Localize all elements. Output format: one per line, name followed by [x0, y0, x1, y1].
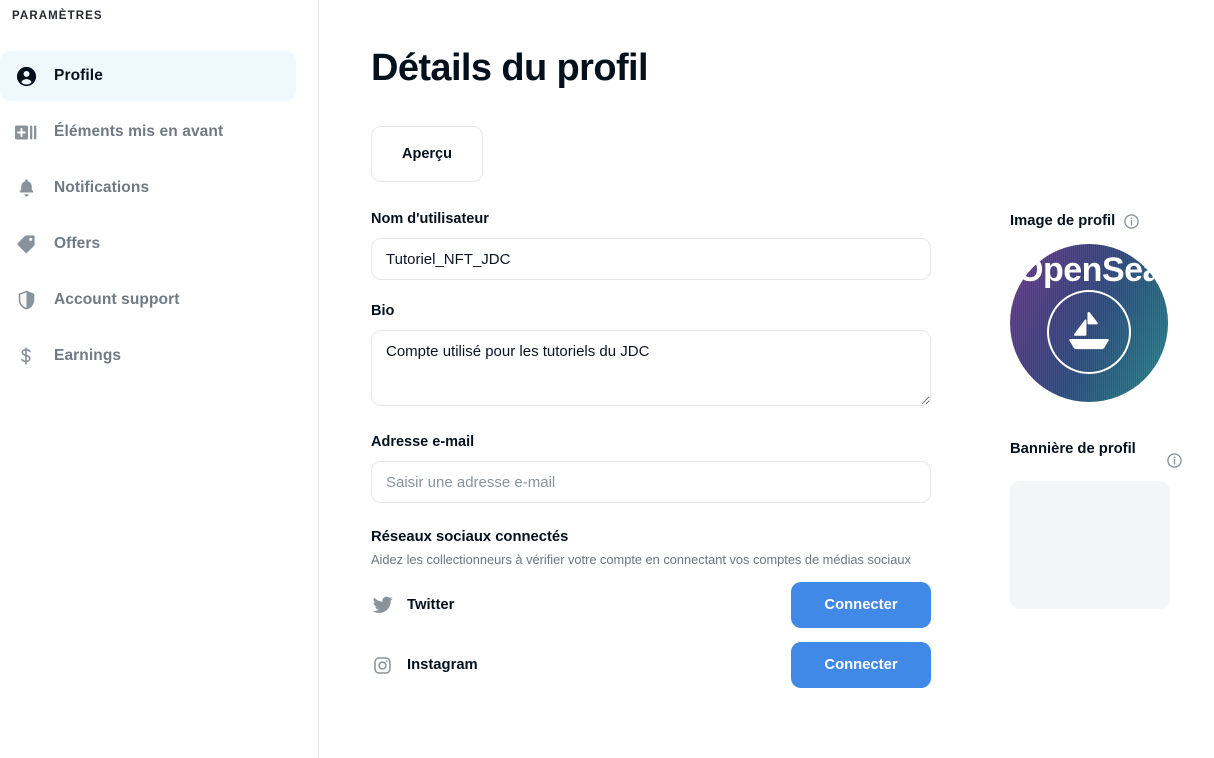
- sidebar-item-label: Éléments mis en avant: [54, 123, 224, 140]
- connect-twitter-button[interactable]: Connecter: [791, 582, 931, 628]
- sidebar-item-profile[interactable]: Profile: [0, 51, 296, 101]
- preview-button[interactable]: Aperçu: [371, 126, 483, 182]
- social-description: Aidez les collectionneurs à vérifier vot…: [371, 552, 911, 567]
- social-row-identity: Twitter: [371, 594, 791, 616]
- instagram-icon: [371, 654, 393, 676]
- sidebar-item-label: Offers: [54, 235, 101, 252]
- profile-banner-placeholder[interactable]: [1010, 481, 1170, 609]
- sidebar-item-label: Account support: [54, 291, 180, 308]
- bell-icon: [14, 176, 38, 200]
- social-row-twitter: Twitter Connecter: [371, 581, 931, 629]
- connected-social-section: Réseaux sociaux connectés Aidez les coll…: [371, 529, 931, 689]
- social-row-identity: Instagram: [371, 654, 791, 676]
- username-label: Nom d'utilisateur: [371, 211, 489, 227]
- twitter-icon: [371, 594, 393, 616]
- tag-icon: [14, 232, 38, 256]
- sidebar-item-label: Earnings: [54, 347, 122, 364]
- media-column: Image de profil OpenSea Bannière de prof…: [1010, 210, 1210, 609]
- profile-settings-page: PARAMÈTRES Profile Éléments mis en avant…: [0, 0, 1214, 758]
- profile-image-label: Image de profil: [1010, 213, 1116, 229]
- email-label: Adresse e-mail: [371, 434, 475, 450]
- page-title: Détails du profil: [371, 47, 649, 89]
- sidebar-item-notifications[interactable]: Notifications: [0, 163, 296, 213]
- social-row-instagram: Instagram Connecter: [371, 641, 931, 689]
- sidebar-item-featured-items[interactable]: Éléments mis en avant: [0, 107, 296, 157]
- email-field-group: Adresse e-mail: [371, 433, 931, 503]
- social-name: Twitter: [407, 597, 455, 613]
- bio-textarea[interactable]: [371, 330, 931, 406]
- shield-icon: [14, 288, 38, 312]
- sidebar-nav: Profile Éléments mis en avant Notificati…: [0, 51, 318, 381]
- sidebar-item-earnings[interactable]: Earnings: [0, 331, 296, 381]
- dollar-icon: [14, 344, 38, 368]
- avatar-ring: [1047, 290, 1131, 375]
- email-input[interactable]: [371, 461, 931, 503]
- profile-form: Nom d'utilisateur Bio Adresse e-mail Rés…: [371, 210, 931, 689]
- connect-instagram-button[interactable]: Connecter: [791, 642, 931, 688]
- user-circle-icon: [14, 64, 38, 88]
- settings-sidebar: PARAMÈTRES Profile Éléments mis en avant…: [0, 0, 319, 758]
- featured-items-icon: [14, 120, 38, 144]
- profile-banner-label: Bannière de profil: [1010, 441, 1136, 457]
- info-icon[interactable]: [1166, 452, 1183, 469]
- sidebar-item-label: Profile: [54, 67, 103, 84]
- sidebar-item-offers[interactable]: Offers: [0, 219, 296, 269]
- social-heading: Réseaux sociaux connectés: [371, 529, 569, 545]
- profile-banner-header: Bannière de profil: [1010, 438, 1210, 469]
- main-content: Détails du profil Aperçu Nom d'utilisate…: [319, 0, 1214, 758]
- info-icon[interactable]: [1123, 213, 1140, 230]
- sidebar-item-label: Notifications: [54, 179, 150, 196]
- bio-label: Bio: [371, 303, 395, 319]
- social-name: Instagram: [407, 657, 478, 673]
- username-input[interactable]: [371, 238, 931, 280]
- sidebar-heading: PARAMÈTRES: [12, 10, 103, 22]
- sailboat-icon: [1069, 312, 1109, 350]
- profile-image-header: Image de profil: [1010, 210, 1210, 232]
- avatar-brand-text: OpenSea: [1017, 251, 1161, 289]
- username-field-group: Nom d'utilisateur: [371, 210, 931, 280]
- sidebar-item-account-support[interactable]: Account support: [0, 275, 296, 325]
- bio-field-group: Bio: [371, 302, 931, 411]
- avatar[interactable]: OpenSea: [1010, 244, 1168, 402]
